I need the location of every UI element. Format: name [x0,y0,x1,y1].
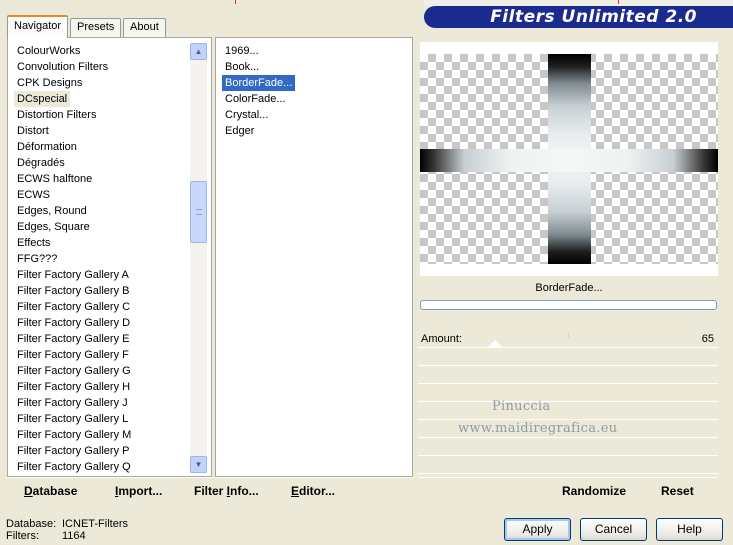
tab-navigator[interactable]: Navigator [7,15,69,38]
category-list: ColourWorks Convolution Filters CPK Design… [14,43,131,475]
progress-bar [420,300,717,310]
category-item[interactable]: Filter Factory Gallery H [14,379,131,395]
watermark-line2: www.maidiregrafica.eu [458,421,618,436]
filter-item[interactable]: Crystal... [222,107,295,123]
preview-toolbar: Randomize Reset [418,477,718,502]
filter-item[interactable]: Edger [222,123,295,139]
database-label: atabase [32,484,78,498]
category-item[interactable]: ECWS halftone [14,171,131,187]
category-item[interactable]: Filter Factory Gallery D [14,315,131,331]
slider-pointer-icon[interactable] [488,340,502,347]
empty-slider [418,349,718,366]
apply-button[interactable]: Apply [504,518,571,541]
preview-area [420,42,718,276]
scroll-up-button[interactable]: ▲ [190,43,207,60]
database-button[interactable]: Database [24,484,77,498]
category-item[interactable]: Filter Factory Gallery C [14,299,131,315]
category-item[interactable]: Filter Factory Gallery F [14,347,131,363]
selected-filter-name: BorderFade... [535,282,603,294]
title-mark [618,0,619,4]
slider-mark [568,333,569,338]
amount-slider[interactable]: Amount: 65 [418,331,718,348]
import-button[interactable]: Import... [115,484,162,498]
filter-item[interactable]: 1969... [222,43,295,59]
category-item[interactable]: CPK Designs [14,75,131,91]
category-item[interactable]: Edges, Square [14,219,131,235]
empty-slider [418,439,718,456]
title-banner: Filters Unlimited 2.0 [424,6,733,28]
filter-info-lead: Filter [194,484,227,498]
category-item[interactable]: Filter Factory Gallery Q [14,459,131,475]
help-button[interactable]: Help [656,518,723,541]
filter-info-button[interactable]: Filter Info... [194,484,259,498]
category-item[interactable]: ECWS [14,187,131,203]
watermark-line1: Pinuccia [492,399,551,414]
category-scrollbar[interactable]: ▲ ▼ [190,43,207,473]
amount-value: 65 [701,333,714,345]
category-item[interactable]: Filter Factory Gallery A [14,267,131,283]
reset-button[interactable]: Reset [661,484,694,498]
filters-status-label: Filters: [6,530,39,542]
preview-horizontal-band [420,149,718,172]
category-item[interactable]: Effects [14,235,131,251]
amount-label: Amount: [421,333,462,345]
category-item[interactable]: FFG??? [14,251,131,267]
category-item[interactable]: Distortion Filters [14,107,131,123]
category-item[interactable]: Convolution Filters [14,59,131,75]
category-item[interactable]: DCspecial [14,91,71,107]
title-mark [235,0,236,4]
status-info: Database: ICNET-Filters Filters: 1164 [6,518,128,542]
database-status-label: Database: [6,518,57,530]
preview-image [420,54,718,264]
empty-slider [418,457,718,474]
randomize-button[interactable]: Randomize [562,484,626,498]
category-item[interactable]: Déformation [14,139,131,155]
filter-item[interactable]: Book... [222,59,295,75]
filter-item[interactable]: BorderFade... [222,75,296,91]
filter-item[interactable]: ColorFade... [222,91,295,107]
category-item[interactable]: Distort [14,123,131,139]
tab-about[interactable]: About [123,18,166,37]
editor-button[interactable]: Editor... [291,484,335,498]
category-item[interactable]: ColourWorks [14,43,131,59]
navigator-toolbar: Database Import... Filter Info... Editor… [7,477,413,502]
category-item[interactable]: Filter Factory Gallery P [14,443,131,459]
category-item[interactable]: Filter Factory Gallery B [14,283,131,299]
category-item[interactable]: Dégradés [14,155,131,171]
scroll-down-button[interactable]: ▼ [190,456,207,473]
editor-accel: E [291,484,300,498]
database-status-value: ICNET-Filters [62,518,128,530]
filter-info-label: nfo... [230,484,259,498]
category-panel: ColourWorks Convolution Filters CPK Design… [7,37,212,477]
grip-icon [196,209,202,215]
filter-list: 1969... Book... BorderFade... ColorFade... C… [222,43,296,139]
cancel-button[interactable]: Cancel [580,518,647,541]
empty-slider [418,367,718,384]
category-item[interactable]: Edges, Round [14,203,131,219]
banner-title: Filters Unlimited 2.0 [490,7,697,27]
category-item[interactable]: Filter Factory Gallery J [14,395,131,411]
filters-count: 1164 [62,530,86,542]
database-accel: D [24,484,33,498]
scroll-thumb[interactable] [190,181,207,243]
editor-label: ditor... [299,484,336,498]
category-item[interactable]: Filter Factory Gallery L [14,411,131,427]
watermark: Pinuccia www.maidiregrafica.eu [458,396,617,440]
category-item[interactable]: Filter Factory Gallery M [14,427,131,443]
filter-panel: 1969... Book... BorderFade... ColorFade... C… [215,37,413,477]
category-item[interactable]: Filter Factory Gallery G [14,363,131,379]
tab-presets[interactable]: Presets [70,18,122,37]
category-item[interactable]: Filter Factory Gallery E [14,331,131,347]
import-label: mport... [118,484,163,498]
